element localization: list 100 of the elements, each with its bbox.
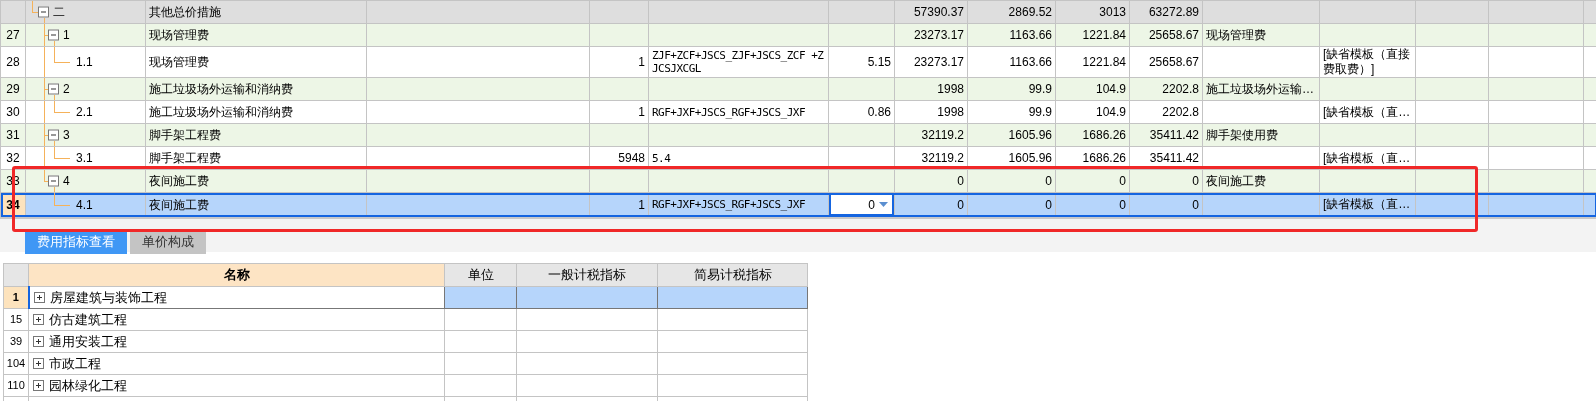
- table-cell: 施工垃圾场外运输和消纳费: [145, 77, 367, 101]
- table-cell: 57390.37: [894, 0, 968, 24]
- table-cell: 0: [894, 169, 968, 193]
- category-name: 市政工程: [49, 354, 101, 373]
- table-cell: 32119.2: [894, 146, 968, 170]
- table-row[interactable]: 28 1.1 现场管理费 1 ZJF+ZCF+JSCS_ZJF+JSCS_ZCF +ZJCSJXCGL 5.15 23273.17 1163.66 1221.84 25658.67 [缺省模板（直接费取费）]: [0, 46, 1596, 78]
- expand-icon[interactable]: [33, 380, 44, 391]
- table-cell: 现场管理费: [1202, 23, 1320, 47]
- table-cell: 1998: [894, 100, 968, 124]
- table-cell: 104.9: [1055, 77, 1130, 101]
- table-cell: 施工垃圾场外运输…: [1202, 77, 1320, 101]
- table-cell: 1605.96: [967, 146, 1056, 170]
- table-cell: 施工垃圾场外运输和消纳费: [145, 100, 367, 124]
- table-row[interactable]: 39 通用安装工程: [3, 330, 808, 353]
- table-cell: ZJF+ZCF+JSCS_ZJF+JSCS_ZCF +ZJCSJXCGL: [648, 46, 829, 78]
- table-cell: 其他总价措施: [145, 0, 367, 24]
- table-cell: 1163.66: [967, 46, 1056, 78]
- table-row[interactable]: 1 房屋建筑与装饰工程: [3, 286, 808, 309]
- table-cell: 现场管理费: [145, 23, 367, 47]
- table-cell: 0: [1055, 169, 1130, 193]
- table-cell: [缺省模板（直…: [1319, 146, 1416, 170]
- table-cell: RGF+JXF+JSCS_RGF+JSCS_JXF: [648, 100, 829, 124]
- table-cell: 1686.26: [1055, 123, 1130, 147]
- table-row[interactable]: 104 市政工程: [3, 352, 808, 375]
- collapse-icon[interactable]: [48, 129, 59, 141]
- collapse-icon[interactable]: [38, 6, 49, 18]
- column-header[interactable]: 名称: [28, 263, 445, 287]
- rate-dropdown[interactable]: 0: [829, 193, 894, 216]
- row-number: 30: [0, 100, 26, 124]
- row-number: 15: [3, 308, 29, 331]
- collapse-icon[interactable]: [48, 83, 59, 95]
- collapse-icon[interactable]: [48, 29, 59, 41]
- table-cell: [缺省模板（直接费取费）]: [1319, 46, 1416, 78]
- tree-code: 3: [63, 127, 70, 144]
- table-cell: 23273.17: [894, 46, 968, 78]
- table-cell: 35411.42: [1129, 146, 1203, 170]
- row-number: 1: [3, 286, 29, 309]
- table-row[interactable]: 15 仿古建筑工程: [3, 308, 808, 331]
- tree-code: 4: [63, 173, 70, 190]
- row-number: 28: [0, 46, 26, 78]
- row-number: 32: [0, 146, 26, 170]
- table-row[interactable]: 27 1 现场管理费 23273.17 1163.66 1221.84 25658.67 现场管理费: [0, 23, 1596, 47]
- tree-code: 1: [63, 27, 70, 44]
- row-number: 104: [3, 352, 29, 375]
- table-cell: 脚手架工程费: [145, 123, 367, 147]
- column-header[interactable]: 单位: [444, 263, 517, 287]
- expand-icon[interactable]: [33, 358, 44, 369]
- table-cell: 1: [589, 100, 649, 124]
- table-cell: 1: [589, 46, 649, 78]
- caret-icon[interactable]: [879, 202, 888, 207]
- tree-code: 4.1: [76, 196, 93, 214]
- table-cell: 25658.67: [1129, 23, 1203, 47]
- table-cell: 25658.67: [1129, 46, 1203, 78]
- table-cell: 0: [1129, 169, 1203, 193]
- table-row[interactable]: 二 其他总价措施 57390.37 2869.52 3013 63272.89: [0, 0, 1596, 24]
- table-row[interactable]: 29 2 施工垃圾场外运输和消纳费 1998 99.9 104.9 2202.8 施工垃圾场外运输…: [0, 77, 1596, 101]
- tree-code: 3.1: [76, 150, 93, 167]
- table-cell: 1163.66: [967, 23, 1056, 47]
- table-cell: 5948: [589, 146, 649, 170]
- table-cell: 3013: [1055, 0, 1130, 24]
- table-cell: 99.9: [967, 77, 1056, 101]
- expand-icon[interactable]: [33, 336, 44, 347]
- table-cell: 0: [967, 169, 1056, 193]
- table-cell: 104.9: [1055, 100, 1130, 124]
- row-number: 31: [0, 123, 26, 147]
- row-number: 39: [3, 330, 29, 353]
- table-cell: [缺省模板（直…: [1319, 100, 1416, 124]
- table-row[interactable]: 31 3 脚手架工程费 32119.2 1605.96 1686.26 35411.42 脚手架使用费: [0, 123, 1596, 147]
- tab[interactable]: 单价构成: [130, 230, 206, 254]
- expand-icon[interactable]: [33, 292, 45, 303]
- row-number: 29: [0, 77, 26, 101]
- table-cell: 63272.89: [1129, 0, 1203, 24]
- category-name: 园林绿化工程: [49, 376, 127, 395]
- category-name: 房屋建筑与装饰工程: [49, 288, 167, 307]
- table-cell: 23273.17: [894, 23, 968, 47]
- table-cell: 脚手架工程费: [145, 146, 367, 170]
- table-cell: 2202.8: [1129, 77, 1203, 101]
- collapse-icon[interactable]: [48, 175, 59, 187]
- tree-code: 二: [53, 4, 65, 21]
- table-cell: 5.15: [828, 46, 895, 78]
- table-cell: 35411.42: [1129, 123, 1203, 147]
- table-row[interactable]: 30 2.1 施工垃圾场外运输和消纳费 1 RGF+JXF+JSCS_RGF+JSCS_JXF 0.86 1998 99.9 104.9 2202.8 [缺省模板（直…: [0, 100, 1596, 124]
- row-number: 110: [3, 374, 29, 397]
- table-cell: 0.86: [828, 100, 895, 124]
- table-cell: 2869.52: [967, 0, 1056, 24]
- table-cell: 1686.26: [1055, 146, 1130, 170]
- table-cell: 1605.96: [967, 123, 1056, 147]
- table-cell: 脚手架使用费: [1202, 123, 1320, 147]
- table-cell: 2202.8: [1129, 100, 1203, 124]
- table-cell: 32119.2: [894, 123, 968, 147]
- tree-code: 2.1: [76, 104, 93, 121]
- table-cell: 99.9: [967, 100, 1056, 124]
- column-header[interactable]: 简易计税指标: [657, 263, 808, 287]
- tree-code: 2: [63, 81, 70, 98]
- table-row[interactable]: 110 园林绿化工程: [3, 374, 808, 397]
- table-cell: 夜间施工费: [145, 169, 367, 193]
- expand-icon[interactable]: [33, 314, 44, 325]
- column-header[interactable]: 一般计税指标: [516, 263, 658, 287]
- table-cell: 1221.84: [1055, 23, 1130, 47]
- table-cell: 1221.84: [1055, 46, 1130, 78]
